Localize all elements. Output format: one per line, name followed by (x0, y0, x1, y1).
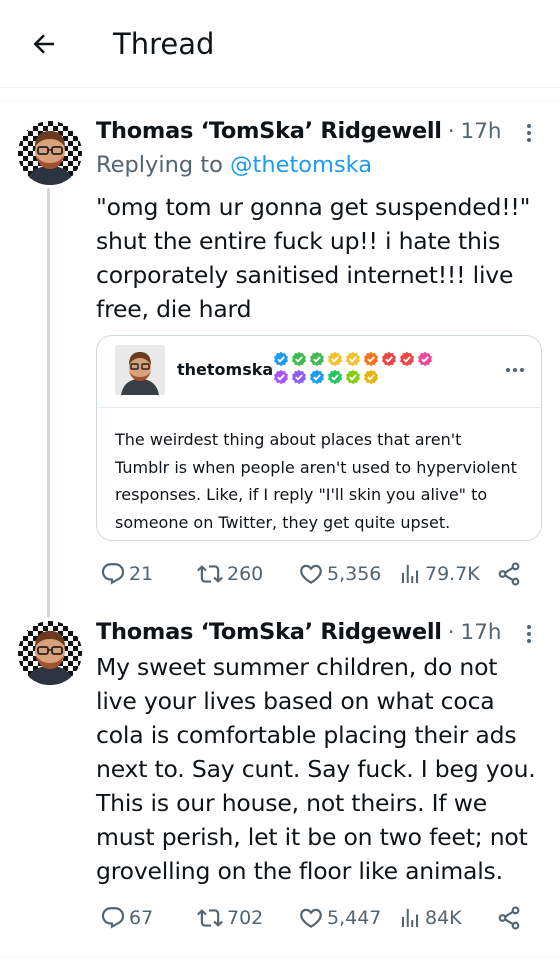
tweet-text: "omg tom ur gonna get suspended!!" shut … (96, 193, 531, 323)
quoted-avatar (115, 345, 165, 395)
reply-icon (101, 563, 125, 585)
more-options-button[interactable] (514, 118, 544, 148)
back-button[interactable] (26, 26, 62, 62)
badge-group (273, 351, 473, 387)
like-button[interactable]: 5,447 (298, 902, 381, 934)
verified-check-icon (310, 351, 324, 367)
more-icon (527, 124, 531, 142)
author-name[interactable]: Thomas ‘TomSka’ Ridgewell (96, 619, 442, 645)
action-bar: 67 702 5,447 84K (96, 902, 536, 934)
like-count: 5,356 (327, 563, 382, 585)
retweet-count: 702 (227, 907, 264, 929)
reply-count: 67 (129, 907, 154, 929)
reply-button[interactable]: 21 (100, 558, 153, 590)
share-icon (498, 562, 520, 586)
verified-check-icon (364, 351, 378, 367)
share-icon (498, 906, 520, 930)
quoted-text: The weirdest thing about places that are… (115, 426, 525, 536)
tweet-time[interactable]: 17h (461, 119, 502, 144)
more-options-button[interactable] (514, 619, 544, 649)
verified-check-icon (274, 369, 288, 385)
quoted-profile-photo-icon (115, 345, 165, 395)
share-button[interactable] (496, 558, 522, 590)
views-button[interactable]: 79.7K (398, 558, 480, 590)
reply-button[interactable]: 67 (100, 902, 153, 934)
tweet-header: Thomas ‘TomSka’ Ridgewell · 17h (96, 118, 502, 148)
profile-photo-icon (18, 121, 82, 185)
views-button[interactable]: 84K (398, 902, 462, 934)
verified-check-icon (418, 351, 432, 367)
badge-row (273, 369, 473, 385)
avatar[interactable] (18, 621, 82, 685)
verified-check-icon (328, 351, 342, 367)
tweet-text: My sweet summer children, do not live yo… (96, 653, 536, 885)
mention-link[interactable]: @thetomska (230, 152, 372, 178)
verified-check-icon (274, 351, 288, 367)
verified-check-icon (382, 351, 396, 367)
views-count: 79.7K (425, 563, 480, 585)
retweet-button[interactable]: 260 (196, 558, 263, 590)
like-count: 5,447 (327, 907, 382, 929)
views-icon (402, 565, 418, 583)
avatar[interactable] (18, 121, 82, 185)
reply-count: 21 (129, 563, 154, 585)
tweet-header: Thomas ‘TomSka’ Ridgewell · 17h (96, 619, 502, 649)
verified-check-icon (400, 351, 414, 367)
quoted-username: thetomska (177, 360, 274, 379)
like-icon (300, 908, 322, 928)
retweet-icon (197, 565, 223, 583)
quoted-text-body: The weirdest thing about places that are… (115, 430, 517, 532)
replying-to: Replying to @thetomska (96, 152, 372, 178)
profile-photo-icon (18, 621, 82, 685)
back-arrow-icon (33, 34, 54, 54)
quoted-post-header: thetomska (97, 336, 541, 408)
retweet-icon (197, 909, 223, 927)
page-title: Thread (113, 27, 215, 61)
author-name[interactable]: Thomas ‘TomSka’ Ridgewell (96, 118, 442, 144)
header-divider (0, 87, 560, 88)
top-bar: Thread (0, 0, 560, 88)
quoted-more-icon (503, 360, 527, 380)
verified-check-icon (346, 351, 360, 367)
verified-check-icon (310, 369, 324, 385)
tweet-time[interactable]: 17h (461, 620, 502, 645)
verified-check-icon (328, 369, 342, 385)
like-button[interactable]: 5,356 (298, 558, 381, 590)
tweet-separator: · (447, 620, 455, 645)
share-button[interactable] (496, 902, 522, 934)
views-count: 84K (425, 907, 462, 929)
replying-label: Replying to (96, 152, 231, 178)
retweet-button[interactable]: 702 (196, 902, 263, 934)
like-icon (300, 564, 322, 584)
verified-check-icon (292, 369, 306, 385)
verified-check-icon (292, 351, 306, 367)
tweet-separator: · (447, 119, 455, 144)
section-divider (0, 100, 560, 101)
retweet-count: 260 (227, 563, 264, 585)
verified-check-icon (346, 369, 360, 385)
more-icon (527, 625, 531, 643)
badge-row (273, 351, 473, 367)
bottom-divider (0, 956, 560, 957)
verified-check-icon (364, 369, 378, 385)
quoted-post[interactable]: thetomska The weirdest thing about place… (96, 335, 542, 541)
thread-connector (47, 188, 50, 618)
reply-icon (101, 907, 125, 929)
action-bar: 21 260 5,356 79.7K (96, 558, 536, 590)
views-icon (402, 909, 418, 927)
